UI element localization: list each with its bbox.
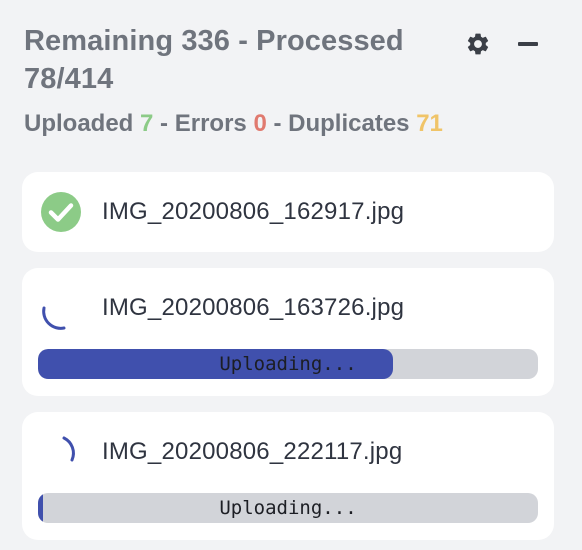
status-icon xyxy=(40,191,82,233)
upload-summary: Remaining 336 - Processed 78/414 Uploade… xyxy=(24,22,444,138)
uploaded-label: Uploaded xyxy=(24,110,134,137)
check-circle-icon xyxy=(41,192,81,232)
status-icon xyxy=(40,290,82,332)
file-item: IMG_20200806_163726.jpg Uploading... xyxy=(22,268,554,396)
minus-icon xyxy=(518,42,538,46)
settings-button[interactable] xyxy=(462,28,494,60)
duplicates-label: Duplicates xyxy=(288,110,410,137)
title-separator: - xyxy=(238,25,248,57)
spinner-icon xyxy=(62,436,75,462)
file-item: IMG_20200806_162917.jpg xyxy=(22,172,554,252)
spinner-icon xyxy=(42,306,66,330)
file-name: IMG_20200806_163726.jpg xyxy=(102,294,405,321)
upload-stats: Uploaded 7 - Errors 0 - Duplicates 71 xyxy=(24,110,444,138)
upload-progress-label: Uploading... xyxy=(219,353,357,375)
progress-title: Remaining 336 - Processed 78/414 xyxy=(24,22,444,98)
upload-panel: Remaining 336 - Processed 78/414 Uploade… xyxy=(0,0,582,550)
file-item: IMG_20200806_222117.jpg Uploading... xyxy=(22,412,554,540)
status-icon xyxy=(40,434,82,476)
processed-label: Processed xyxy=(256,25,404,57)
stats-separator: - xyxy=(273,110,282,137)
file-name: IMG_20200806_222117.jpg xyxy=(102,438,403,465)
errors-count: 0 xyxy=(253,110,267,137)
stats-separator: - xyxy=(160,110,169,137)
upload-progress-label: Uploading... xyxy=(219,497,357,519)
panel-controls xyxy=(462,28,544,60)
duplicates-count: 71 xyxy=(416,110,443,137)
upload-progress-bar: Uploading... xyxy=(38,493,538,523)
file-name: IMG_20200806_162917.jpg xyxy=(102,198,405,225)
upload-progress-bar: Uploading... xyxy=(38,349,538,379)
remaining-label: Remaining xyxy=(24,25,174,57)
minimize-button[interactable] xyxy=(512,28,544,60)
remaining-count: 336 xyxy=(181,25,231,57)
errors-label: Errors xyxy=(174,110,247,137)
gear-icon xyxy=(467,33,489,55)
uploaded-count: 7 xyxy=(140,110,154,137)
processed-count: 78/414 xyxy=(24,63,114,95)
